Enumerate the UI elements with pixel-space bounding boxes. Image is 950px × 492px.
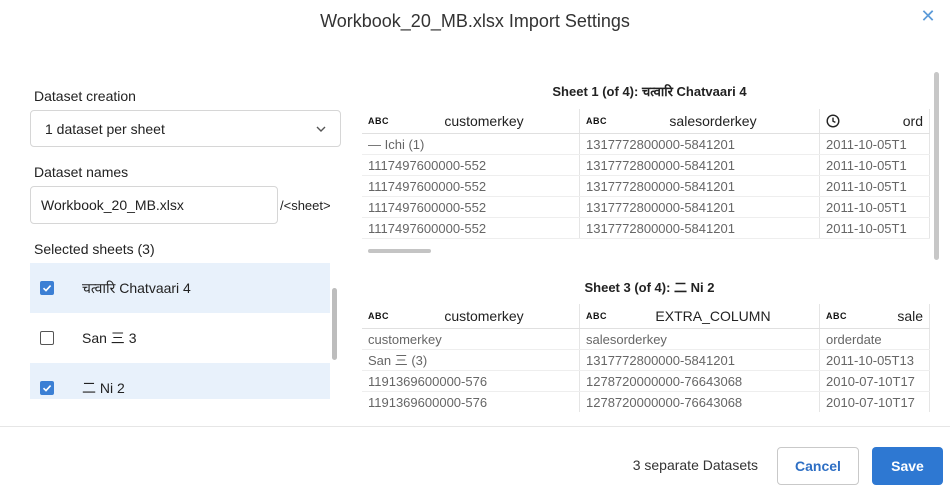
dialog-title: Workbook_20_MB.xlsx Import Settings bbox=[320, 11, 630, 31]
dataset-creation-value: 1 dataset per sheet bbox=[45, 120, 165, 137]
table-cell: — Ichi (1) bbox=[362, 134, 580, 154]
sheet-label: San 三 3 bbox=[82, 330, 137, 346]
table-cell: 1117497600000-552 bbox=[362, 218, 580, 238]
column-name: sale bbox=[897, 308, 923, 324]
table-row: 1117497600000-552 1317772800000-5841201 … bbox=[362, 197, 930, 218]
checkbox-unchecked[interactable] bbox=[40, 331, 54, 345]
dataset-creation-label: Dataset creation bbox=[34, 88, 136, 104]
grid-header: ABC customerkey ABC salesorderkey ord bbox=[362, 109, 930, 134]
text-type-icon: ABC bbox=[586, 116, 607, 126]
column-header[interactable]: ABC EXTRA_COLUMN bbox=[580, 304, 820, 328]
dataset-name-input[interactable] bbox=[30, 186, 278, 224]
preview-grid: ABC customerkey ABC salesorderkey ord — … bbox=[362, 109, 930, 247]
close-icon[interactable]: ✕ bbox=[920, 7, 936, 25]
preview-vertical-scrollbar[interactable] bbox=[934, 72, 939, 260]
preview-title: Sheet 1 (of 4): चत्वारि Chatvaari 4 bbox=[552, 84, 747, 99]
column-header[interactable]: ord bbox=[820, 109, 930, 133]
column-name: customerkey bbox=[444, 113, 524, 129]
column-header[interactable]: ABC salesorderkey bbox=[580, 109, 820, 133]
dataset-names-label: Dataset names bbox=[34, 164, 129, 180]
text-type-icon: ABC bbox=[368, 116, 389, 126]
table-cell: 1117497600000-552 bbox=[362, 197, 580, 217]
preview-horizontal-scrollbar[interactable] bbox=[368, 249, 431, 253]
selected-sheets-label: Selected sheets (3) bbox=[34, 241, 155, 257]
column-header[interactable]: ABC customerkey bbox=[362, 304, 580, 328]
text-type-icon: ABC bbox=[368, 311, 389, 321]
table-cell: 1317772800000-5841201 bbox=[580, 134, 820, 154]
table-cell: 2011-10-05T1 bbox=[820, 197, 930, 217]
column-name: EXTRA_COLUMN bbox=[655, 308, 771, 324]
check-icon bbox=[42, 285, 52, 292]
checkbox-checked[interactable] bbox=[40, 381, 54, 395]
sheet-item[interactable]: चत्वारि Chatvaari 4 bbox=[30, 263, 330, 313]
dataset-creation-select[interactable]: 1 dataset per sheet bbox=[30, 110, 341, 147]
table-cell: 1317772800000-5841201 bbox=[580, 155, 820, 175]
preview-grid: ABC customerkey ABC EXTRA_COLUMN ABC sal… bbox=[362, 304, 930, 412]
table-row: customerkey salesorderkey orderdate bbox=[362, 329, 930, 350]
table-cell: 1317772800000-5841201 bbox=[580, 218, 820, 238]
table-cell: 1317772800000-5841201 bbox=[580, 176, 820, 196]
table-row: — Ichi (1) 1317772800000-5841201 2011-10… bbox=[362, 134, 930, 155]
cancel-button[interactable]: Cancel bbox=[777, 447, 859, 485]
table-cell: 1117497600000-552 bbox=[362, 155, 580, 175]
table-cell: orderdate bbox=[820, 329, 930, 349]
text-type-icon: ABC bbox=[826, 311, 847, 321]
table-row: 1191369600000-576 1278720000000-76643068… bbox=[362, 392, 930, 412]
dataset-name-suffix: /<sheet> bbox=[280, 198, 331, 213]
table-cell: 2011-10-05T1 bbox=[820, 134, 930, 154]
table-cell: customerkey bbox=[362, 329, 580, 349]
table-row: 1117497600000-552 1317772800000-5841201 … bbox=[362, 218, 930, 239]
table-cell: salesorderkey bbox=[580, 329, 820, 349]
table-cell: San 三 (3) bbox=[362, 350, 580, 370]
sheet-item[interactable]: 二 Ni 2 bbox=[30, 363, 330, 399]
check-icon bbox=[42, 385, 52, 392]
sheet-list-scrollbar[interactable] bbox=[332, 288, 337, 360]
save-button[interactable]: Save bbox=[872, 447, 943, 485]
text-type-icon: ABC bbox=[586, 311, 607, 321]
column-header[interactable]: ABC sale bbox=[820, 304, 930, 328]
table-cell: 2010-07-10T17 bbox=[820, 392, 930, 412]
column-name: ord bbox=[902, 113, 923, 129]
checkbox-checked[interactable] bbox=[40, 281, 54, 295]
table-cell: 1117497600000-552 bbox=[362, 176, 580, 196]
sheet-item[interactable]: San 三 3 bbox=[30, 313, 330, 363]
table-cell: 1317772800000-5841201 bbox=[580, 350, 820, 370]
dataset-count-summary: 3 separate Datasets bbox=[632, 457, 758, 473]
table-row: 1117497600000-552 1317772800000-5841201 … bbox=[362, 155, 930, 176]
column-name: salesorderkey bbox=[669, 113, 757, 129]
table-cell: 2011-10-05T13 bbox=[820, 350, 930, 370]
table-cell: 1317772800000-5841201 bbox=[580, 197, 820, 217]
table-cell: 1191369600000-576 bbox=[362, 371, 580, 391]
table-row: San 三 (3) 1317772800000-5841201 2011-10-… bbox=[362, 350, 930, 371]
table-cell: 2011-10-05T1 bbox=[820, 155, 930, 175]
table-cell: 1191369600000-576 bbox=[362, 392, 580, 412]
table-cell: 2011-10-05T1 bbox=[820, 176, 930, 196]
sheet-label: 二 Ni 2 bbox=[82, 380, 125, 396]
preview-title: Sheet 3 (of 4): 二 Ni 2 bbox=[584, 280, 715, 295]
column-name: customerkey bbox=[444, 308, 524, 324]
footer-divider bbox=[0, 426, 950, 427]
sheet-list: चत्वारि Chatvaari 4 San 三 3 二 Ni 2 bbox=[30, 263, 330, 399]
table-cell: 2010-07-10T17 bbox=[820, 371, 930, 391]
table-cell: 2011-10-05T1 bbox=[820, 218, 930, 238]
table-cell: 1278720000000-76643068 bbox=[580, 371, 820, 391]
table-row: 1191369600000-576 1278720000000-76643068… bbox=[362, 371, 930, 392]
grid-header: ABC customerkey ABC EXTRA_COLUMN ABC sal… bbox=[362, 304, 930, 329]
clock-icon bbox=[826, 114, 840, 128]
chevron-down-icon bbox=[316, 126, 326, 132]
sheet-label: चत्वारि Chatvaari 4 bbox=[82, 279, 191, 296]
table-cell: 1278720000000-76643068 bbox=[580, 392, 820, 412]
table-row: 1117497600000-552 1317772800000-5841201 … bbox=[362, 176, 930, 197]
column-header[interactable]: ABC customerkey bbox=[362, 109, 580, 133]
